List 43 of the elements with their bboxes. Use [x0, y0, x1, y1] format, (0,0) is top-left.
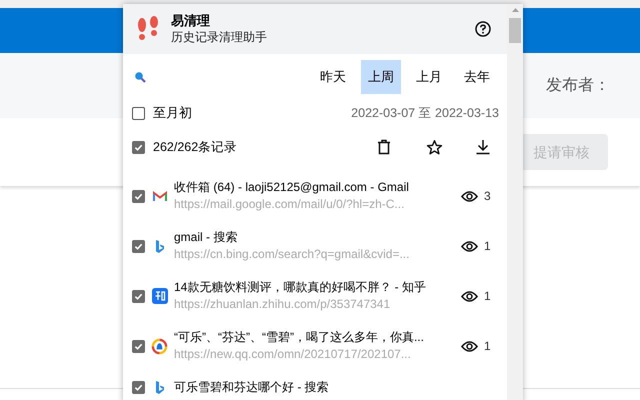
- visit-count: 1: [484, 238, 491, 255]
- page-title[interactable]: 14款无糖饮料测评，哪款真的好喝不胖？ - 知乎: [174, 279, 455, 295]
- mail-icon: [152, 190, 166, 202]
- range-tab[interactable]: 上月: [409, 60, 449, 94]
- page-title[interactable]: gmail - 搜索: [174, 229, 455, 245]
- scrollbar-thumb[interactable]: [509, 18, 521, 43]
- help-icon[interactable]: [475, 21, 491, 37]
- checkbox[interactable]: [132, 106, 145, 120]
- eye-icon: [461, 190, 478, 202]
- magnifier-icon[interactable]: [134, 71, 146, 83]
- date-range: 2022-03-07 至 2022-03-13: [351, 104, 499, 122]
- publisher-label: 发布者：: [546, 76, 610, 96]
- eye-icon: [461, 340, 478, 352]
- eye-icon: [461, 240, 478, 252]
- b-letter-icon: [154, 238, 164, 254]
- download-icon[interactable]: [475, 139, 491, 155]
- visit-count: 1: [484, 338, 491, 355]
- record-count: 262/262条记录: [153, 138, 238, 156]
- square-glyph-icon: [152, 288, 168, 304]
- b-letter-icon: [154, 380, 164, 394]
- visit-count: 3: [484, 188, 491, 205]
- footprints-icon: [135, 16, 161, 42]
- checkbox[interactable]: [132, 340, 145, 352]
- page-title[interactable]: “可乐”、“芬达”、“雪碧”，喝了这么多年，你真...: [174, 329, 455, 345]
- month-start-label: 至月初: [153, 104, 193, 122]
- checkbox[interactable]: [132, 190, 145, 202]
- page-title[interactable]: 收件箱 (64) - laoji52125@gmail.com - Gmail: [174, 179, 455, 195]
- star-icon[interactable]: [426, 138, 443, 156]
- trash-icon[interactable]: [376, 139, 392, 155]
- checkbox[interactable]: [132, 380, 145, 394]
- range-tab[interactable]: 昨天: [313, 60, 353, 94]
- checkbox[interactable]: [132, 240, 145, 252]
- page-title[interactable]: 可乐雪碧和芬达哪个好 - 搜索: [174, 379, 495, 395]
- ring-bell-icon: [151, 338, 168, 354]
- scrollbar[interactable]: [507, 4, 523, 400]
- range-tab[interactable]: 上周: [361, 60, 401, 94]
- eye-icon: [461, 290, 478, 302]
- checkbox[interactable]: [132, 290, 145, 302]
- checkbox[interactable]: [132, 140, 145, 154]
- visit-count: 1: [484, 288, 491, 305]
- app-subtitle: 历史记录清理助手: [171, 29, 268, 46]
- app-name: 易清理: [171, 12, 211, 29]
- range-tab[interactable]: 去年: [457, 60, 497, 94]
